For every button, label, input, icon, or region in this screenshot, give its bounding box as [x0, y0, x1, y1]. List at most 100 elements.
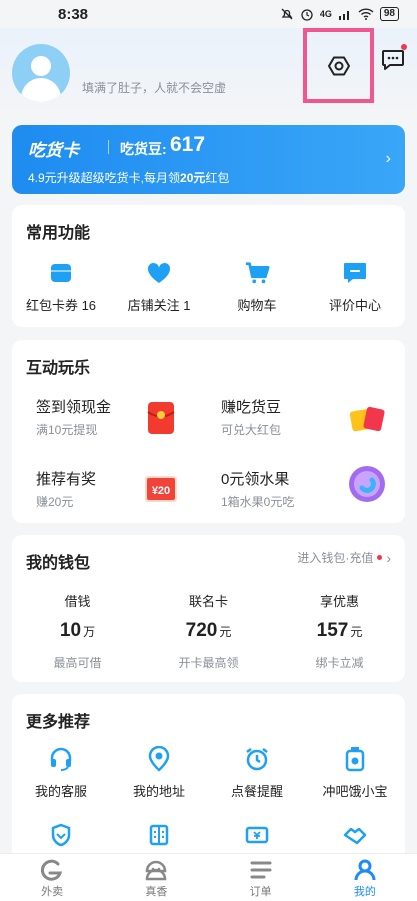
food-card-promo: 4.9元升级超级吃货卡,每月领20元红包: [28, 171, 230, 185]
signal-icon: [338, 11, 349, 20]
handshake-entry[interactable]: [306, 822, 404, 848]
earn-beans-entry[interactable]: 赚吃货豆 可兑大红包: [221, 396, 401, 446]
free-fruit-sub: 1箱水果0元吃: [221, 495, 295, 509]
referral-reward-entry[interactable]: 推荐有奖 赚20元 ¥20: [36, 468, 216, 518]
customer-service-entry[interactable]: 我的客服: [12, 746, 110, 800]
chevron-right-icon: ›: [385, 150, 391, 167]
message-button[interactable]: [377, 44, 409, 76]
list-icon: [250, 861, 272, 879]
tab-zhenxiang-label: 真香: [145, 886, 168, 898]
ticket-icon: [244, 822, 270, 848]
chongba-entry[interactable]: 冲吧饿小宝: [306, 746, 404, 800]
wallet-loan[interactable]: 借钱 10 万 最高可借: [12, 591, 143, 671]
my-address-label: 我的地址: [132, 784, 185, 799]
tab-orders[interactable]: 订单: [209, 854, 313, 901]
tab-takeout[interactable]: 外卖: [0, 854, 104, 901]
more-recommend-title: 更多推荐: [26, 714, 91, 731]
network-label: 4G: [319, 9, 332, 19]
coupon-label: 红包卡券 16: [25, 298, 97, 313]
food-card-divider: [108, 140, 109, 154]
status-time: 8:38: [58, 5, 89, 23]
profile-slogan: 填满了肚子，人就不会空虚: [82, 81, 227, 95]
loan-label: 借钱: [64, 594, 91, 609]
location-icon: [146, 746, 172, 772]
more-recommend-card: 更多推荐 我的客服 我的地址 点餐提醒 冲吧饿小宝: [12, 694, 405, 864]
profile-header: 填满了肚子，人就不会空虚: [0, 28, 417, 120]
chevron-right-icon: ›: [386, 549, 391, 566]
checkin-title: 签到领现金: [36, 399, 112, 416]
wallet-link-label: 进入钱包·充值: [297, 551, 374, 565]
food-card-title: 吃货卡: [28, 141, 79, 160]
cobrand-label: 联名卡: [188, 594, 228, 609]
common-functions-card: 常用功能 红包卡券 16 店铺关注 1 购物车 评价中心: [12, 205, 405, 327]
order-reminder-entry[interactable]: 点餐提醒: [208, 746, 306, 800]
bottom-tab-bar: 外卖 真香 订单 我的: [0, 853, 417, 901]
red-envelope-icon: [147, 402, 175, 434]
discount-sub: 绑卡立减: [315, 656, 364, 670]
profile-icon: [354, 859, 376, 881]
coupon-icon: [48, 260, 74, 286]
interactive-fun-title: 互动玩乐: [26, 360, 91, 377]
wallet-enter-link[interactable]: 进入钱包·充值 ›: [297, 549, 391, 566]
message-badge-dot: [401, 44, 407, 50]
wallet-discount[interactable]: 享优惠 157 元 绑卡立减: [274, 591, 405, 671]
alarm-icon: [244, 746, 270, 772]
settings-button[interactable]: [303, 28, 374, 103]
tab-mine[interactable]: 我的: [313, 854, 417, 901]
review-center-entry[interactable]: 评价中心: [306, 260, 404, 314]
gift-icon: [349, 406, 385, 432]
status-icons: 4G 98: [280, 7, 399, 21]
loan-value: 10 万: [59, 620, 96, 641]
wallet-red-dot: [377, 555, 383, 560]
cobrand-value: 720 元: [185, 620, 232, 641]
store-icon: [146, 822, 172, 848]
free-fruit-entry[interactable]: 0元领水果 1箱水果0元吃: [221, 466, 401, 518]
my-address-entry[interactable]: 我的地址: [110, 746, 208, 800]
reward-20-icon: ¥20: [145, 476, 177, 502]
store-entry[interactable]: [110, 822, 208, 848]
handshake-icon: [342, 822, 368, 848]
reward-20-badge: ¥20: [152, 485, 170, 497]
tab-mine-label: 我的: [353, 886, 376, 898]
cobrand-sub: 开卡最高领: [178, 656, 239, 670]
bottle-icon: [342, 746, 368, 772]
interactive-fun-card: 互动玩乐 签到领现金 满10元提现 赚吃货豆 可兑大红包 推荐有奖 赚20元 ¥…: [12, 340, 405, 523]
common-functions-title: 常用功能: [26, 225, 91, 242]
checkin-sub: 满10元提现: [36, 423, 98, 437]
ticket-entry[interactable]: [208, 822, 306, 848]
wallet-cobrand-card[interactable]: 联名卡 720 元 开卡最高领: [143, 591, 274, 671]
fruit-icon: [349, 466, 385, 502]
referral-title: 推荐有奖: [36, 471, 97, 488]
shop-follow-entry[interactable]: 店铺关注 1: [110, 260, 208, 314]
wifi-icon: [358, 8, 374, 20]
cart-label: 购物车: [237, 298, 277, 313]
wallet-card: 我的钱包 进入钱包·充值 › 借钱 10 万 最高可借 联名卡 720 元 开卡最高…: [12, 535, 405, 682]
food-beans-value: 617: [170, 133, 206, 156]
coupon-entry[interactable]: 红包卡券 16: [12, 260, 110, 314]
shop-follow-label: 店铺关注 1: [127, 298, 191, 313]
tab-takeout-label: 外卖: [41, 886, 64, 898]
tab-zhenxiang[interactable]: 真香: [104, 854, 208, 901]
battery-indicator: 98: [379, 7, 399, 21]
mute-icon: [281, 8, 293, 20]
shield-entry[interactable]: [12, 822, 110, 848]
order-reminder-label: 点餐提醒: [230, 784, 283, 799]
loan-sub: 最高可借: [53, 656, 102, 670]
checkin-cash-entry[interactable]: 签到领现金 满10元提现: [36, 396, 216, 446]
review-label: 评价中心: [328, 298, 381, 313]
settings-hexagon-icon: [327, 56, 350, 75]
avatar[interactable]: [12, 44, 70, 102]
shield-icon: [48, 822, 74, 848]
food-card-banner[interactable]: 吃货卡 吃货豆: 617 4.9元升级超级吃货卡,每月领20元红包 ›: [12, 125, 405, 194]
message-icon: [382, 50, 404, 70]
headset-icon: [48, 746, 74, 772]
cart-entry[interactable]: 购物车: [208, 260, 306, 314]
face-icon: [146, 860, 167, 881]
food-beans-label: 吃货豆:: [120, 141, 167, 157]
heart-icon: [146, 260, 172, 286]
referral-sub: 赚20元: [36, 495, 74, 509]
alarm-status-icon: [301, 9, 313, 21]
discount-value: 157 元: [316, 620, 363, 641]
wallet-title: 我的钱包: [26, 555, 91, 572]
chongba-label: 冲吧饿小宝: [322, 784, 388, 799]
